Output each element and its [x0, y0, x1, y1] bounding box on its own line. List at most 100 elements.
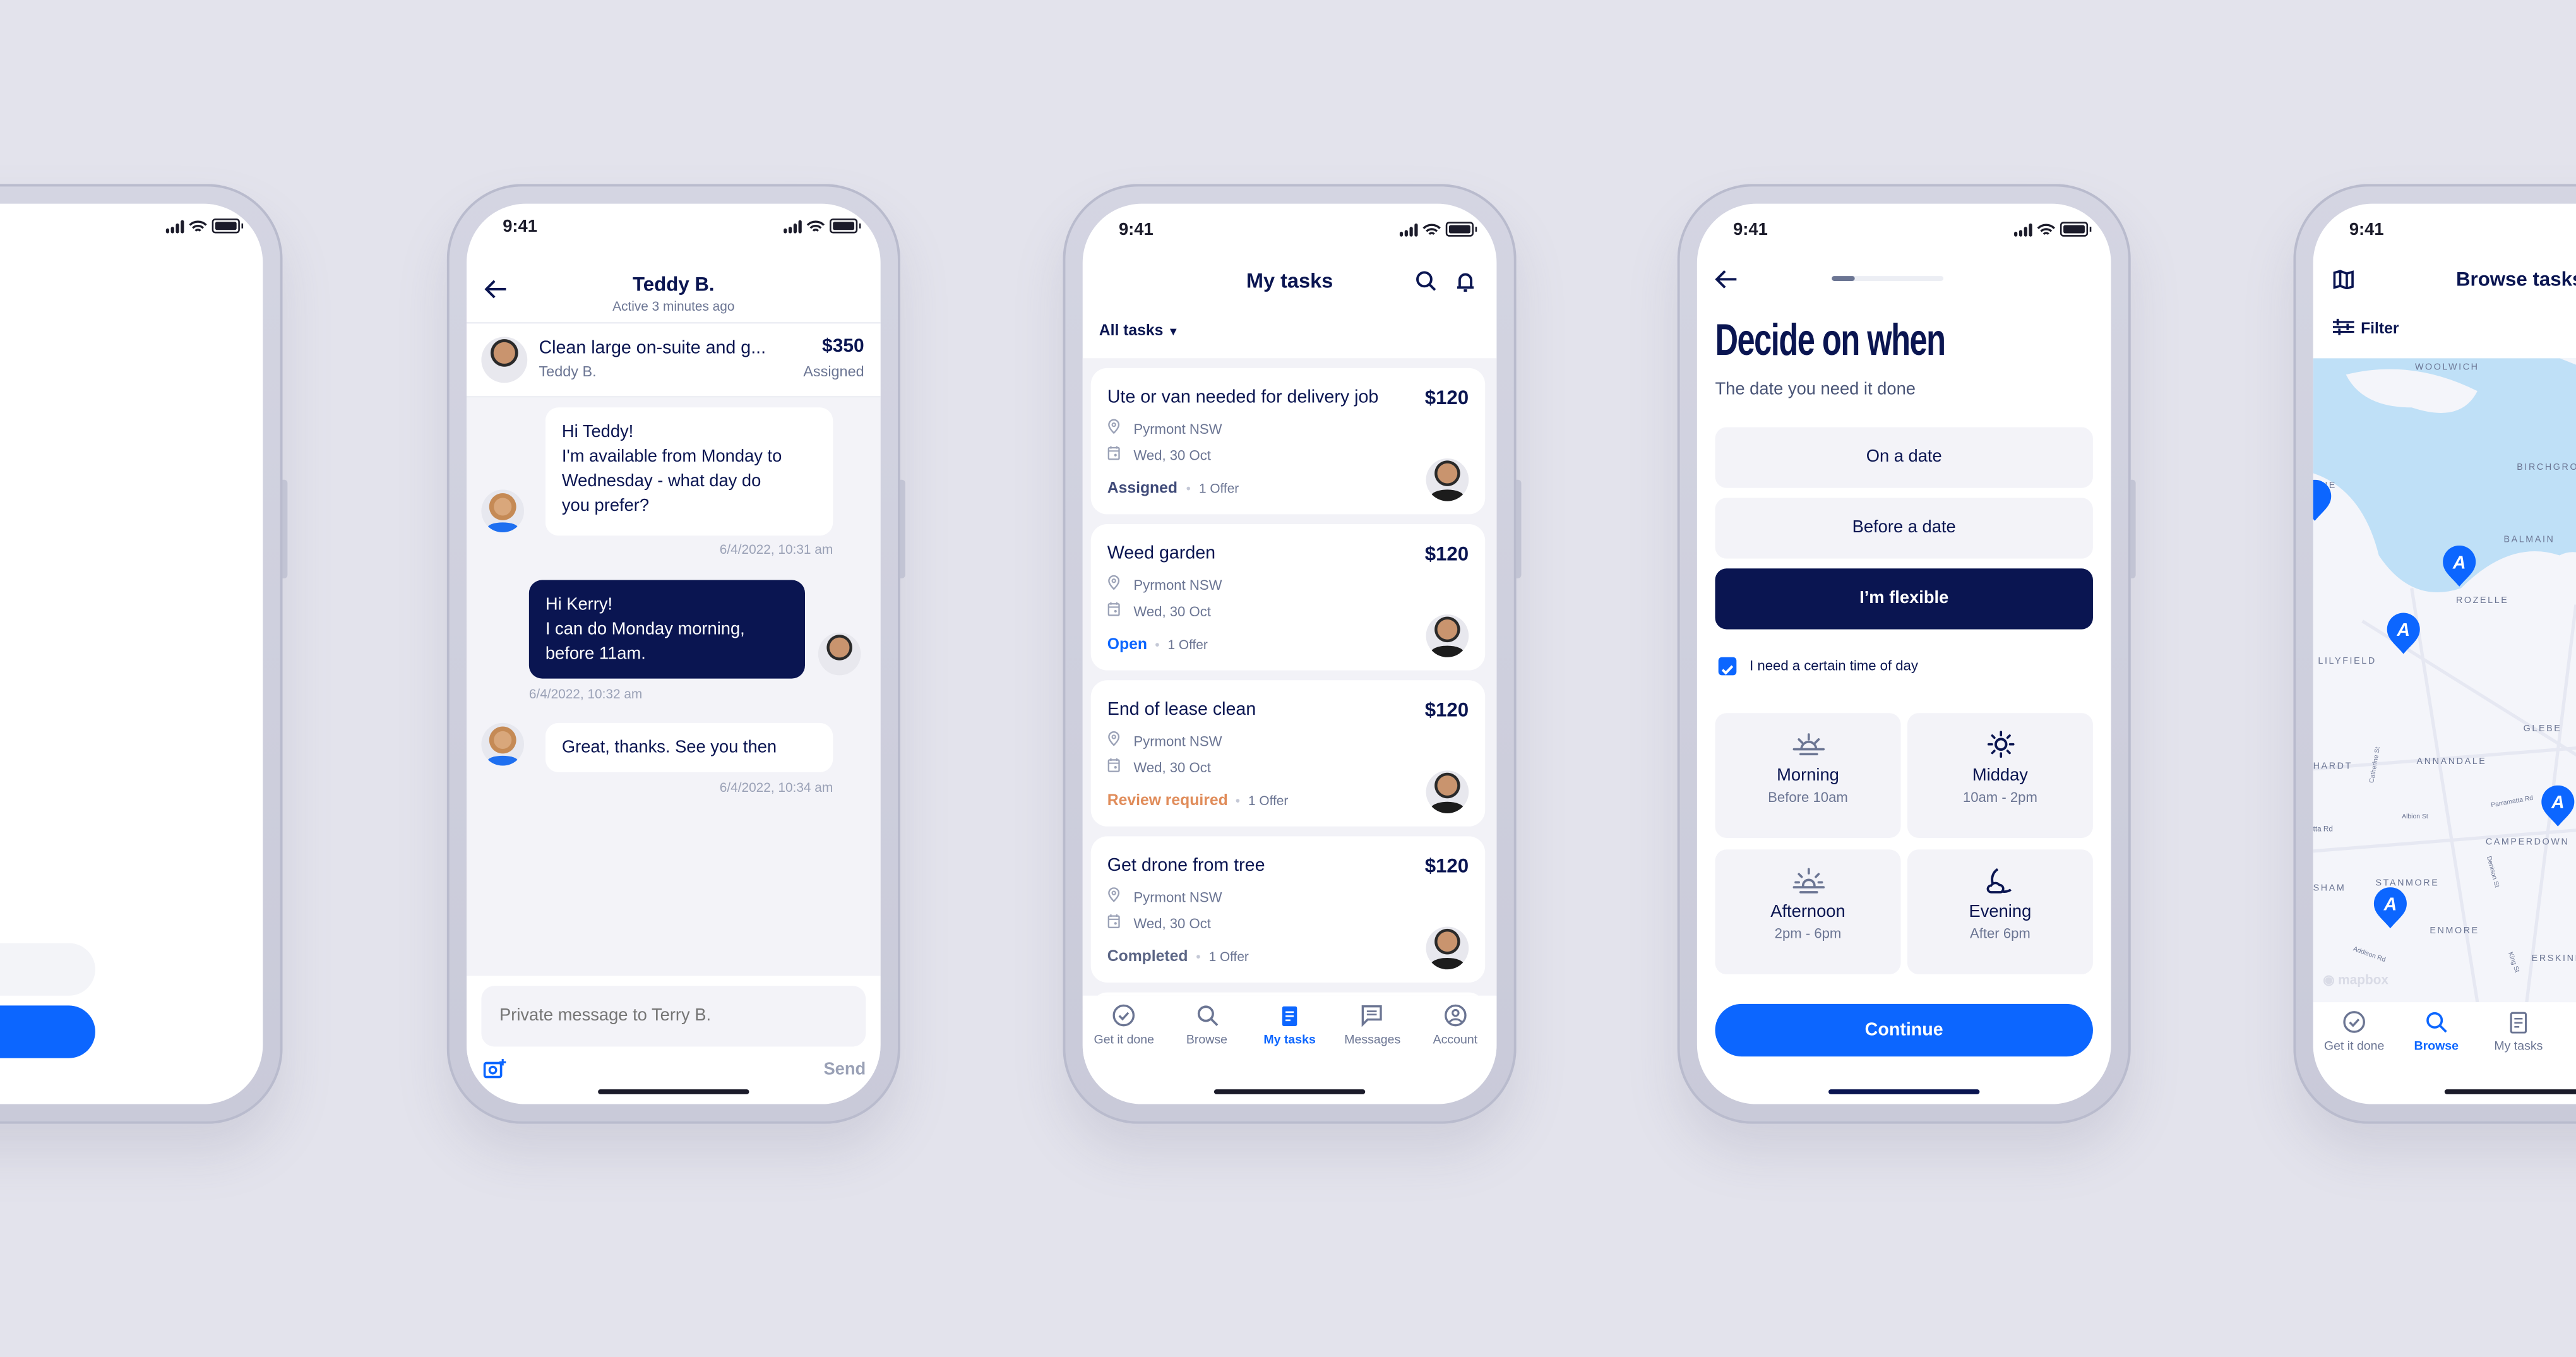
tab-account[interactable]: Account: [1414, 996, 1496, 1061]
battery-icon: [1445, 222, 1477, 237]
bell-icon[interactable]: [1454, 270, 1477, 292]
contact-active-status: Active 3 minutes ago: [612, 299, 735, 314]
time-option-midday[interactable]: Midday 10am - 2pm: [1907, 713, 2093, 839]
task-pin-icon[interactable]: A: [2540, 785, 2576, 828]
no-thanks-button[interactable]: No thanks: [0, 943, 95, 996]
task-map[interactable]: WOOLWICH BIRCHGROVE YNE BALMAIN ROZELLE …: [2313, 358, 2576, 1003]
time-of-day-checkbox[interactable]: [1718, 657, 1737, 676]
time-of-day-label: I need a certain time of day: [1750, 657, 1918, 674]
map-label: ERSKINEVI: [2531, 954, 2576, 965]
search-icon[interactable]: [1414, 270, 1437, 292]
sunrise-icon: [1792, 733, 1824, 756]
tab-my-tasks[interactable]: My tasks: [2478, 1002, 2560, 1068]
task-pin-icon[interactable]: A: [2372, 887, 2408, 930]
account-icon: [1414, 1004, 1496, 1027]
message-bubble: Hi Teddy! I'm available from Monday to Wed…: [545, 407, 833, 536]
filter-label: All tasks: [1099, 321, 1164, 340]
task-status: Completed: [1107, 948, 1188, 966]
wifi-icon: [806, 220, 825, 231]
contact-name: Teddy B.: [633, 272, 715, 296]
task-title: End of lease clean: [1107, 700, 1256, 720]
message-timestamp: 6/4/2022, 10:31 am: [719, 542, 833, 558]
status-bar: [0, 213, 263, 240]
task-card[interactable]: End of lease clean $120 Pyrmont NSW Wed, 30…: [1090, 680, 1486, 827]
map-label: BIRCHGROVE: [2517, 463, 2576, 474]
time-option-name: Morning: [1777, 765, 1839, 786]
tab-label: Get it done: [2323, 1038, 2385, 1053]
task-offers-count: 1 Offer: [1248, 793, 1289, 809]
map-view-icon[interactable]: [2333, 270, 2354, 289]
tab-label: My tasks: [1263, 1032, 1316, 1047]
task-card[interactable]: Weed garden $120 Pyrmont NSW Wed, 30 Oct Ope…: [1090, 524, 1486, 671]
kerry-avatar: [481, 722, 525, 766]
add-photo-icon[interactable]: [483, 1058, 506, 1080]
time-option-afternoon[interactable]: Afternoon 2pm - 6pm: [1715, 849, 1901, 974]
wifi-icon: [2037, 223, 2056, 234]
task-pin-icon[interactable]: [2313, 479, 2333, 523]
task-price: $120: [1424, 386, 1469, 409]
message-thread: Hi Teddy! I'm available from Monday to Wed…: [466, 397, 881, 976]
tab-get-it-done[interactable]: Get it done: [2313, 1002, 2395, 1068]
bottom-tab-bar: Get it done Browse My tasks Messages Account: [1082, 995, 1497, 1061]
signal-icon: [165, 219, 184, 233]
task-date: Wed, 30 Oct: [1133, 915, 1211, 932]
task-summary[interactable]: Clean large on-suite and g... Teddy B. $…: [466, 323, 881, 398]
tasker-avatar: [1426, 770, 1469, 813]
tab-label: Messages: [1344, 1032, 1401, 1047]
task-card[interactable]: Ute or van needed for delivery job $120 Py…: [1090, 368, 1486, 515]
home-indicator: [1213, 1089, 1366, 1094]
sunset-icon: [1792, 868, 1824, 894]
tab-browse[interactable]: Browse: [1166, 996, 1248, 1061]
moon-cloud-icon: [1986, 868, 2011, 894]
option-before-a-date[interactable]: Before a date: [1715, 498, 2093, 559]
home-indicator: [1828, 1089, 1980, 1094]
map-label: ROZELLE: [2455, 596, 2509, 607]
back-arrow-icon[interactable]: [1714, 266, 1740, 293]
svg-text:A: A: [2551, 792, 2565, 813]
svg-text:A: A: [2396, 620, 2410, 640]
task-offers: • 1 Offer: [1147, 638, 1208, 652]
step-progress-bar: [1832, 276, 1944, 281]
battery-icon: [2060, 222, 2092, 237]
task-status: Review required: [1107, 792, 1228, 810]
tasker-avatar: [1426, 614, 1469, 657]
task-filter-dropdown[interactable]: All tasks ▼: [1099, 322, 1179, 340]
time-option-name: Afternoon: [1770, 902, 1846, 922]
check-circle-icon: [2313, 1010, 2395, 1033]
message-bubble-own: Hi Kerry! I can do Monday morning, before …: [528, 580, 805, 679]
tab-browse[interactable]: Browse: [2395, 1002, 2478, 1068]
my-tasks-screen: 9:41 My tasks All tasks ▼ Ute or van nee…: [1082, 203, 1497, 1104]
task-location: Pyrmont NSW: [1133, 421, 1222, 438]
decide-when-screen: 9:41 Decide on when The date you need it…: [1696, 203, 2111, 1104]
tab-get-it-done[interactable]: Get it done: [1083, 996, 1166, 1061]
tab-my-tasks[interactable]: My tasks: [1248, 996, 1331, 1061]
wifi-icon: [1422, 223, 1441, 234]
option-on-a-date[interactable]: On a date: [1715, 427, 2093, 488]
time-option-range: 2pm - 6pm: [1774, 924, 1842, 942]
page-title: Decide on when: [1715, 315, 1946, 365]
phone-chat: 9:41 Teddy B. Active 3 minutes ago Clean…: [446, 184, 905, 1124]
time-option-morning[interactable]: Morning Before 10am: [1715, 713, 1901, 839]
map-water: [2313, 358, 2576, 1003]
task-offers: • 1 Offer: [1178, 481, 1239, 496]
sounds-good-button[interactable]: Sounds good: [0, 1005, 95, 1058]
home-indicator: [2444, 1089, 2576, 1094]
task-pin-icon[interactable]: A: [2385, 613, 2421, 656]
task-card[interactable]: Get drone from tree $120 Pyrmont NSW Wed, 3…: [1090, 836, 1486, 983]
tab-messages[interactable]: Messages: [1331, 996, 1414, 1061]
calendar-icon: [1107, 446, 1120, 460]
task-price: $120: [1424, 698, 1469, 722]
continue-button[interactable]: Continue: [1715, 1003, 2093, 1057]
map-label: HARDT: [2313, 762, 2352, 772]
option-flexible[interactable]: I’m flexible: [1715, 568, 2093, 630]
send-button[interactable]: Send: [823, 1060, 866, 1079]
tasker-avatar: [1426, 458, 1469, 501]
filter-button[interactable]: Filter: [2332, 318, 2399, 338]
task-pin-icon[interactable]: A: [2442, 545, 2478, 589]
time-option-evening[interactable]: Evening After 6pm: [1907, 849, 2093, 974]
kerry-avatar: [481, 489, 525, 533]
sliders-icon: [2332, 318, 2354, 335]
composer: Send: [466, 976, 881, 1104]
message-input[interactable]: [481, 986, 866, 1047]
wifi-icon: [189, 220, 207, 231]
